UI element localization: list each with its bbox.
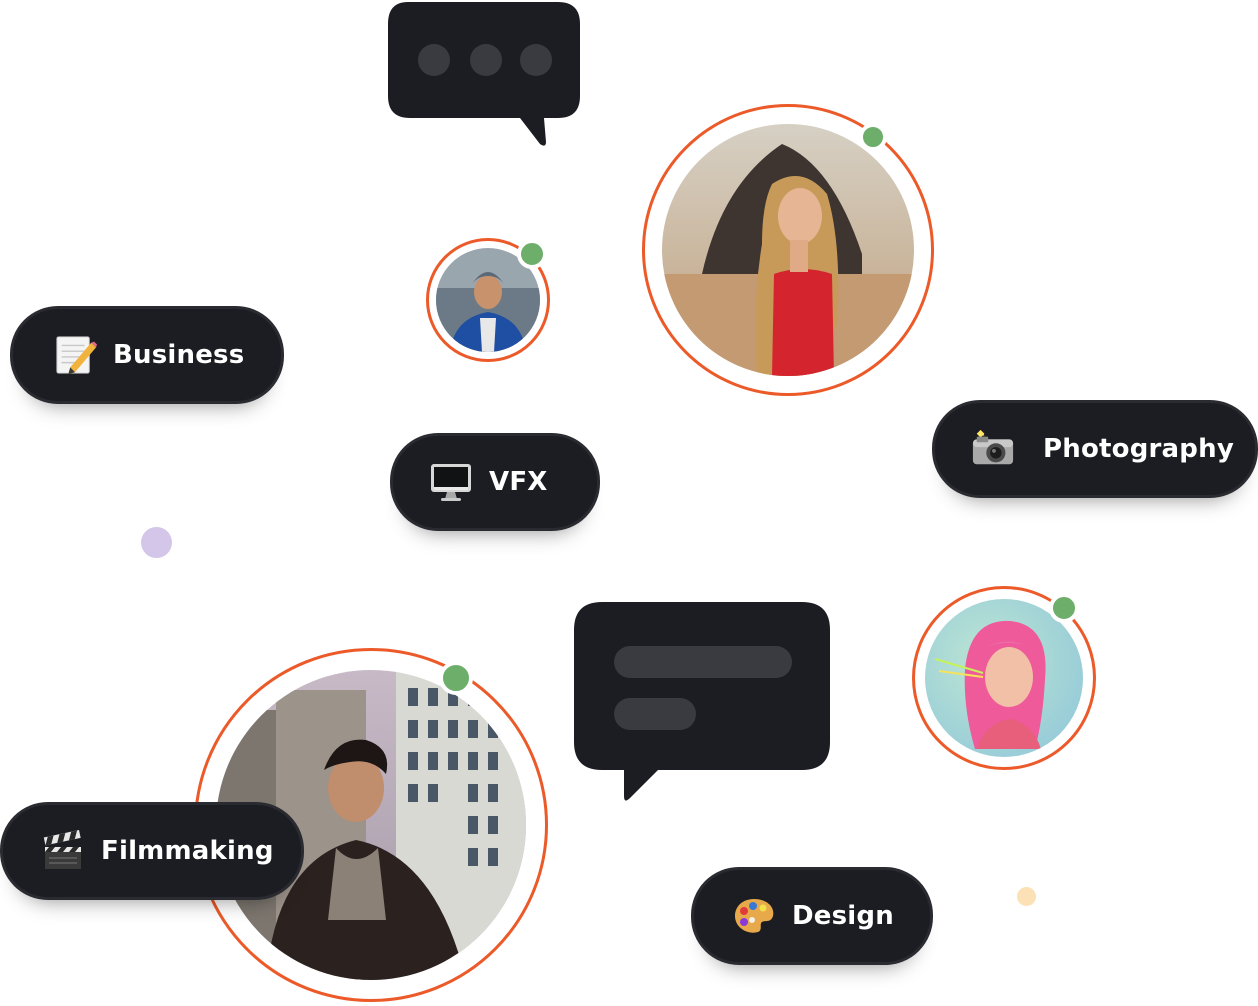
avatar-woman-red-top[interactable] xyxy=(642,104,934,396)
category-label: VFX xyxy=(489,467,548,497)
category-label: Photography xyxy=(1043,434,1234,464)
category-label: Business xyxy=(113,340,245,370)
artist-palette-icon xyxy=(732,894,776,938)
online-status-indicator xyxy=(1049,593,1079,623)
category-pill-filmmaking[interactable]: Filmmaking xyxy=(0,802,304,900)
avatar-woman-pink-hair[interactable] xyxy=(912,586,1096,770)
photo-beach-portrait xyxy=(662,124,914,376)
online-status-indicator xyxy=(859,123,887,151)
avatar-man-blue-jacket[interactable] xyxy=(426,238,550,362)
category-pill-vfx[interactable]: VFX xyxy=(390,433,600,531)
message-bubble xyxy=(572,600,832,804)
decorative-dot-purple xyxy=(141,527,172,558)
typing-dots-icon xyxy=(388,2,580,146)
desktop-computer-icon xyxy=(429,460,473,504)
clapper-board-icon xyxy=(41,829,85,873)
category-pill-photography[interactable]: Photography xyxy=(932,400,1258,498)
category-label: Filmmaking xyxy=(101,836,274,866)
camera-flash-icon xyxy=(971,427,1015,471)
category-label: Design xyxy=(792,901,894,931)
typing-bubble xyxy=(386,0,582,148)
decorative-dot-yellow xyxy=(1017,887,1036,906)
memo-pencil-icon xyxy=(53,333,97,377)
online-status-indicator xyxy=(439,661,473,695)
category-pill-design[interactable]: Design xyxy=(691,867,933,965)
online-status-indicator xyxy=(517,239,547,269)
photo-pink-hair-portrait xyxy=(925,599,1083,757)
category-pill-business[interactable]: Business xyxy=(10,306,284,404)
message-lines-icon xyxy=(574,602,830,801)
community-illustration: Business VFX Photography Filmmaking Desi… xyxy=(0,0,1258,1006)
